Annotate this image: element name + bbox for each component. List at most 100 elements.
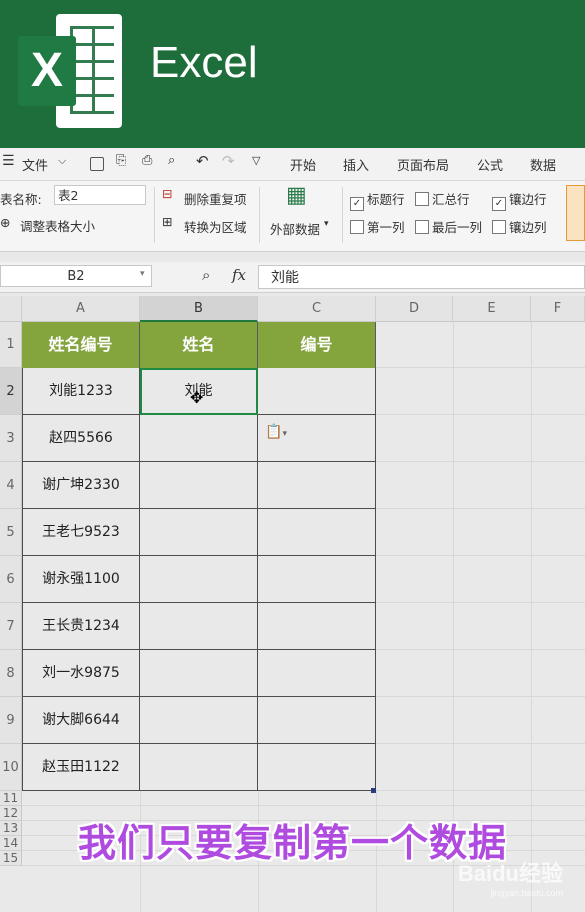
zoom-icon[interactable]: ⌕: [202, 266, 210, 284]
table-cell[interactable]: [140, 509, 258, 556]
undo-icon[interactable]: ↶: [196, 152, 209, 170]
table-resize-handle[interactable]: [371, 788, 376, 793]
resize-table-button[interactable]: 调整表格大小: [20, 216, 95, 235]
gridline: [376, 508, 585, 509]
tab-home[interactable]: 开始: [290, 155, 316, 174]
gridline: [376, 602, 585, 603]
table-cell[interactable]: 刘能1233: [22, 368, 140, 415]
column-header-a[interactable]: A: [22, 296, 140, 322]
gridline: [376, 414, 585, 415]
external-data-button[interactable]: 外部数据: [270, 219, 320, 238]
table-cell[interactable]: [258, 368, 376, 415]
table-cell[interactable]: [258, 509, 376, 556]
table-cell[interactable]: [140, 462, 258, 509]
table-cell[interactable]: [140, 697, 258, 744]
table-cell[interactable]: [258, 462, 376, 509]
excel-logo-icon: X: [18, 14, 122, 128]
resize-table-icon[interactable]: ⊕: [0, 215, 10, 230]
header-row-checkbox[interactable]: ✓ 标题行: [350, 189, 405, 211]
table-header-cell[interactable]: 编号: [258, 322, 376, 368]
save-icon[interactable]: [90, 157, 104, 171]
row-header[interactable]: 3: [0, 415, 22, 462]
table-cell[interactable]: [258, 603, 376, 650]
table-header-cell[interactable]: 姓名: [140, 322, 258, 368]
table-cell[interactable]: [140, 744, 258, 791]
row-header[interactable]: 11: [0, 791, 22, 806]
excel-banner: X Excel: [0, 0, 585, 148]
tab-formulas[interactable]: 公式: [477, 155, 503, 174]
row-header[interactable]: 7: [0, 603, 22, 650]
baidu-jingyan-watermark: Baidu经验 jingyan.baidu.com: [457, 861, 563, 898]
table-cell[interactable]: [258, 744, 376, 791]
table-cell[interactable]: [140, 556, 258, 603]
remove-duplicates-icon[interactable]: ⊟: [162, 186, 172, 201]
convert-to-range-button[interactable]: 转换为区域: [184, 217, 247, 236]
row-header[interactable]: 6: [0, 556, 22, 603]
table-cell[interactable]: [258, 697, 376, 744]
convert-to-range-icon[interactable]: ⊞: [162, 214, 172, 229]
table-cell[interactable]: 赵玉田1122: [22, 744, 140, 791]
tab-data[interactable]: 数据: [530, 155, 556, 174]
banded-columns-checkbox[interactable]: 镶边列: [492, 217, 547, 236]
corner-select-all[interactable]: [0, 296, 22, 322]
app-title: Excel: [150, 38, 258, 87]
table-cell[interactable]: 刘一水9875: [22, 650, 140, 697]
fx-icon[interactable]: fx: [232, 266, 246, 284]
paste-options-icon[interactable]: 📋▾: [265, 424, 287, 440]
file-menu[interactable]: 文件: [22, 155, 48, 174]
hamburger-icon[interactable]: ☰: [2, 153, 15, 169]
column-header-c[interactable]: C: [258, 296, 376, 322]
column-header-d[interactable]: D: [376, 296, 453, 322]
row-header[interactable]: 4: [0, 462, 22, 509]
gridline: [376, 367, 585, 368]
gridline: [376, 649, 585, 650]
table-cell[interactable]: 王老七9523: [22, 509, 140, 556]
first-column-checkbox[interactable]: 第一列: [350, 217, 405, 236]
table-cell[interactable]: 王长贵1234: [22, 603, 140, 650]
column-header-f[interactable]: F: [531, 296, 585, 322]
row-header[interactable]: 9: [0, 697, 22, 744]
gridline: [376, 555, 585, 556]
chevron-down-icon[interactable]: ⌵: [58, 154, 66, 168]
table-name-input[interactable]: 表2: [54, 185, 146, 205]
banded-rows-checkbox[interactable]: ✓ 镶边行: [492, 189, 547, 211]
formula-input[interactable]: 刘能: [258, 265, 585, 289]
formula-bar: B2 ▾ ⌕ fx 刘能: [0, 262, 585, 293]
name-box[interactable]: B2: [0, 265, 152, 287]
name-box-dropdown-icon[interactable]: ▾: [140, 269, 145, 279]
table-cell[interactable]: 谢大脚6644: [22, 697, 140, 744]
tab-page-layout[interactable]: 页面布局: [397, 155, 449, 174]
table-cell[interactable]: 赵四5566: [22, 415, 140, 462]
table-cell[interactable]: 谢广坤2330: [22, 462, 140, 509]
table-header-cell[interactable]: 姓名编号: [22, 322, 140, 368]
row-header[interactable]: 8: [0, 650, 22, 697]
external-data-icon[interactable]: ▦: [286, 183, 307, 208]
print-icon[interactable]: ⎙: [142, 153, 152, 168]
total-row-checkbox[interactable]: 汇总行: [415, 189, 470, 208]
table-tools-ribbon: 表名称: 表2 ⊕ 调整表格大小 ⊟ 删除重复项 ⊞ 转换为区域 ▦ 外部数据 …: [0, 181, 585, 252]
external-data-dropdown-icon[interactable]: ▾: [324, 219, 329, 229]
column-header-b[interactable]: B: [140, 296, 258, 322]
table-cell[interactable]: [140, 415, 258, 462]
last-column-checkbox[interactable]: 最后一列: [415, 217, 482, 236]
table-cell[interactable]: [140, 603, 258, 650]
redo-icon[interactable]: ↷: [222, 152, 235, 170]
print-preview-icon[interactable]: ⌕: [168, 153, 175, 168]
table-style-gallery[interactable]: [566, 185, 585, 241]
customize-dropdown-icon[interactable]: ▽: [252, 154, 260, 167]
row-header[interactable]: 10: [0, 744, 22, 791]
gridline: [376, 743, 585, 744]
table-cell[interactable]: [258, 556, 376, 603]
tab-insert[interactable]: 插入: [343, 155, 369, 174]
format-painter-icon[interactable]: ⎘: [116, 153, 126, 168]
row-header[interactable]: 5: [0, 509, 22, 556]
row-header[interactable]: 1: [0, 322, 22, 368]
column-header-e[interactable]: E: [453, 296, 531, 322]
remove-duplicates-button[interactable]: 删除重复项: [184, 189, 247, 208]
gridline: [376, 790, 585, 791]
table-cell[interactable]: [140, 650, 258, 697]
row-header[interactable]: 2: [0, 368, 22, 415]
table-cell[interactable]: 谢永强1100: [22, 556, 140, 603]
cursor-icon: ✥: [190, 388, 204, 407]
table-cell[interactable]: [258, 650, 376, 697]
